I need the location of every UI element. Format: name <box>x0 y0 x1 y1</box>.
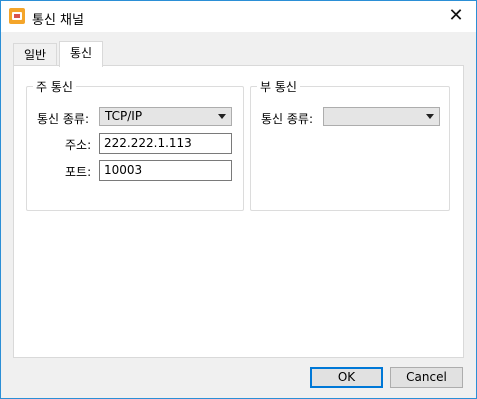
window-title: 통신 채널 <box>32 13 84 28</box>
tab-general[interactable]: 일반 <box>13 43 58 66</box>
ok-button[interactable]: OK <box>310 367 383 388</box>
primary-comm-group-title: 주 통신 <box>33 78 76 95</box>
title-bar: 통신 채널 ✕ <box>1 1 476 32</box>
app-icon <box>9 8 25 24</box>
close-icon: ✕ <box>448 5 464 26</box>
secondary-comm-group: 부 통신 통신 종류: <box>250 78 450 211</box>
secondary-comm-group-title: 부 통신 <box>257 78 300 95</box>
primary-type-dropdown[interactable]: TCP/IP <box>99 107 232 126</box>
address-label: 주소: <box>65 138 92 152</box>
secondary-type-label: 통신 종류: <box>261 112 314 126</box>
primary-comm-group: 주 통신 통신 종류: TCP/IP 주소: 222.222.1.113 포트:… <box>26 78 244 211</box>
port-label: 포트: <box>65 165 92 179</box>
primary-type-label: 통신 종류: <box>37 112 90 126</box>
close-button[interactable]: ✕ <box>436 1 476 32</box>
cancel-button[interactable]: Cancel <box>390 367 463 388</box>
tab-panel-communication: 주 통신 통신 종류: TCP/IP 주소: 222.222.1.113 포트:… <box>13 65 464 358</box>
address-input[interactable]: 222.222.1.113 <box>99 133 232 154</box>
dialog-window: 통신 채널 ✕ 일반 통신 주 통신 통신 종류: TCP/IP 주소: 222… <box>0 0 477 399</box>
chevron-down-icon <box>218 114 226 119</box>
primary-type-value: TCP/IP <box>105 109 143 123</box>
port-input[interactable]: 10003 <box>99 160 232 181</box>
chevron-down-icon <box>426 114 434 119</box>
secondary-type-dropdown[interactable] <box>323 107 440 126</box>
tab-communication[interactable]: 통신 <box>59 41 104 67</box>
